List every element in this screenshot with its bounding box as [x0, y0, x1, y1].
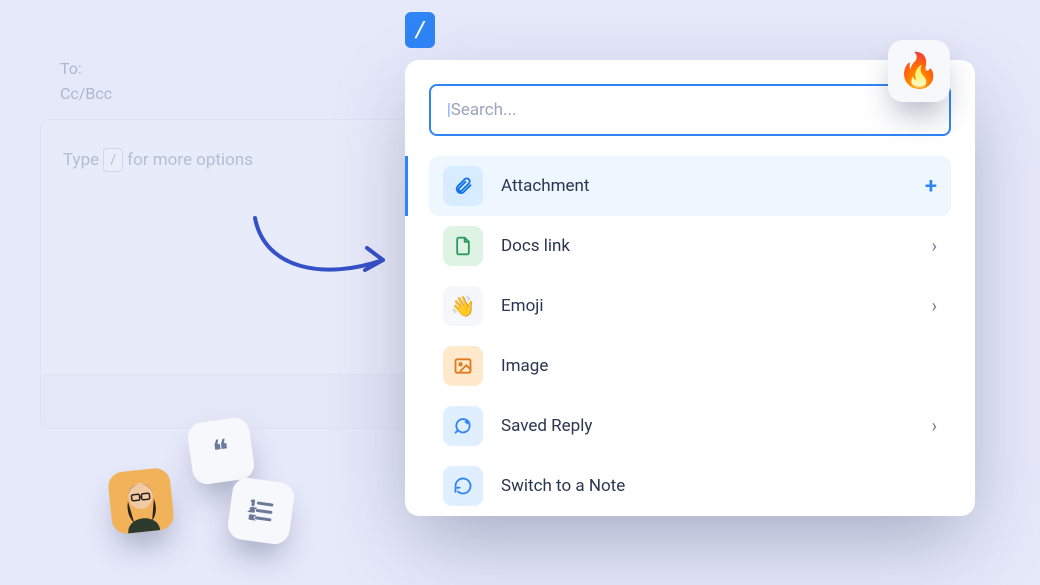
- image-icon: [443, 346, 483, 386]
- chevron-right-icon: ›: [932, 296, 937, 317]
- slash-key-icon: /: [103, 148, 123, 172]
- document-icon: [443, 226, 483, 266]
- menu-item-docs-link[interactable]: Docs link ›: [429, 216, 951, 276]
- arrow-icon: [245, 210, 395, 290]
- numbered-list-icon: [226, 476, 296, 546]
- chevron-right-icon: ›: [932, 236, 937, 257]
- fire-emoji-icon: 🔥: [888, 40, 950, 102]
- refresh-icon: [443, 466, 483, 506]
- menu-item-attachment[interactable]: Attachment +: [429, 156, 951, 216]
- plus-icon: +: [925, 174, 937, 199]
- menu-item-label: Attachment: [501, 176, 589, 196]
- wave-emoji-icon: 👋: [443, 286, 483, 326]
- quote-icon: ❝: [186, 416, 256, 486]
- menu-item-label: Emoji: [501, 296, 543, 316]
- menu-item-label: Saved Reply: [501, 416, 592, 436]
- attachment-icon: [443, 166, 483, 206]
- placeholder-post: for more options: [127, 150, 253, 170]
- chevron-right-icon: ›: [932, 416, 937, 437]
- slash-command-menu: |Search... Attachment + Docs link › 👋 Em…: [405, 60, 975, 516]
- menu-item-label: Image: [501, 356, 548, 376]
- placeholder-pre: Type: [63, 150, 99, 170]
- search-input[interactable]: |Search...: [429, 84, 951, 136]
- saved-reply-icon: [443, 406, 483, 446]
- search-placeholder: Search...: [451, 100, 517, 120]
- menu-list: Attachment + Docs link › 👋 Emoji › Image: [429, 156, 951, 516]
- slash-badge-icon: /: [405, 12, 435, 48]
- menu-item-switch-note[interactable]: Switch to a Note: [429, 456, 951, 516]
- menu-item-label: Switch to a Note: [501, 476, 625, 496]
- menu-item-emoji[interactable]: 👋 Emoji ›: [429, 276, 951, 336]
- menu-item-saved-reply[interactable]: Saved Reply ›: [429, 396, 951, 456]
- menu-item-label: Docs link: [501, 236, 570, 256]
- menu-item-image[interactable]: Image: [429, 336, 951, 396]
- avatar: [107, 467, 175, 535]
